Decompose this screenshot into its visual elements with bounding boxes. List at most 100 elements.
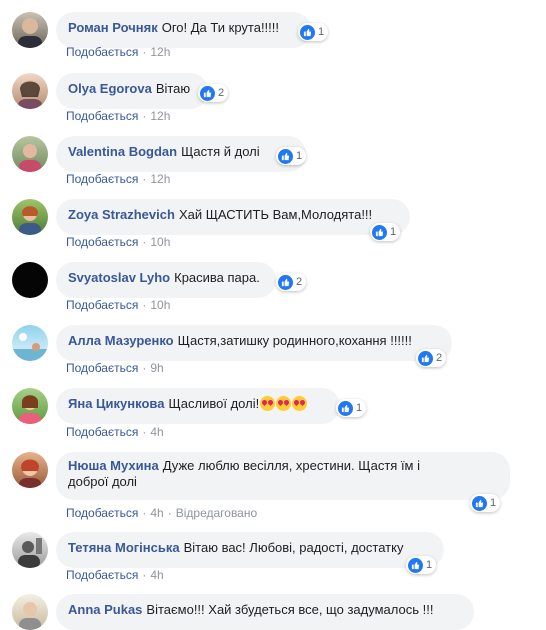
reaction-count[interactable]: 1 — [370, 223, 401, 241]
reaction-count[interactable]: 1 — [276, 147, 307, 165]
like-icon — [300, 24, 315, 40]
comment-text-continued: доброї долі — [68, 474, 137, 489]
reaction-count[interactable]: 2 — [416, 349, 447, 367]
timestamp[interactable]: 10h — [150, 298, 170, 312]
comment-author[interactable]: Zoya Strazhevich — [68, 207, 175, 222]
comment-bubble: Valentina Bogdan Щастя й долі — [56, 136, 306, 172]
comment-author[interactable]: Anna Pukas — [68, 602, 142, 617]
comment-author[interactable]: Нюша Мухина — [68, 458, 159, 473]
comment-text: Щасливої долі! — [168, 396, 260, 411]
comment-meta: Подобається · 4h — [66, 568, 164, 582]
avatar[interactable] — [12, 452, 48, 488]
timestamp[interactable]: 10h — [150, 235, 170, 249]
comment-author[interactable]: Svyatoslav Lyho — [68, 270, 170, 285]
avatar[interactable] — [12, 73, 48, 109]
reaction-count[interactable]: 1 — [470, 494, 501, 512]
separator: · — [142, 235, 147, 249]
reaction-number: 1 — [426, 559, 433, 571]
separator: · — [142, 568, 147, 582]
timestamp[interactable]: 12h — [150, 45, 170, 59]
comment-author[interactable]: Valentina Bogdan — [68, 144, 177, 159]
like-link[interactable]: Подобається — [66, 568, 138, 582]
heart-eyes-emoji — [292, 396, 308, 411]
black-avatar-icon — [12, 262, 48, 298]
avatar[interactable] — [12, 594, 48, 630]
timestamp[interactable]: 4h — [150, 425, 163, 439]
reaction-number: 1 — [296, 150, 303, 162]
reaction-count[interactable]: 2 — [276, 273, 307, 291]
like-link[interactable]: Подобається — [66, 172, 138, 186]
avatar[interactable] — [12, 325, 48, 361]
person-avatar-icon — [19, 395, 41, 424]
comment-author[interactable]: Тетяна Могінська — [68, 540, 180, 555]
comment-text: Ого! Да Ти крута!!!!! — [161, 20, 279, 35]
person-avatar-icon — [19, 602, 41, 630]
person-avatar-icon — [18, 538, 42, 568]
like-icon — [408, 557, 423, 573]
avatar[interactable] — [12, 532, 48, 568]
avatar[interactable] — [12, 136, 48, 172]
reaction-count[interactable]: 1 — [298, 23, 329, 41]
comment-text: Щастя,затишку родинного,кохання !!!!!! — [177, 333, 412, 348]
person-avatar-icon — [18, 18, 42, 48]
like-link[interactable]: Подобається — [66, 45, 138, 59]
comment-meta: Подобається · 10h — [66, 298, 170, 312]
reaction-number: 1 — [390, 226, 397, 238]
comment-meta: Подобається · 4h · Відредаговано — [66, 506, 257, 520]
person-avatar-icon — [19, 144, 41, 172]
timestamp[interactable]: 9h — [150, 361, 163, 375]
reaction-count[interactable]: 1 — [406, 556, 437, 574]
reaction-number: 1 — [318, 26, 325, 38]
like-link[interactable]: Подобається — [66, 109, 138, 123]
comment-bubble: Яна Цикункова Щасливої долі! — [56, 388, 340, 424]
comment-bubble: Olya Egorova Вітаю — [56, 73, 208, 109]
separator: · — [142, 425, 147, 439]
avatar[interactable] — [12, 12, 48, 48]
reaction-count[interactable]: 1 — [336, 399, 367, 417]
comment-bubble: Anna Pukas Вітаємо!!! Хай збудеться все, … — [56, 594, 474, 630]
timestamp[interactable]: 12h — [150, 172, 170, 186]
separator: · — [142, 506, 147, 520]
avatar[interactable] — [12, 388, 48, 424]
like-icon — [472, 495, 487, 511]
reaction-number: 1 — [356, 402, 363, 414]
heart-eyes-emoji — [276, 396, 292, 411]
timestamp[interactable]: 4h — [150, 568, 163, 582]
timestamp[interactable]: 12h — [150, 109, 170, 123]
edited-label[interactable]: Відредаговано — [176, 506, 257, 520]
comment-text: Красива пара. — [174, 270, 260, 285]
comment-author[interactable]: Яна Цикункова — [68, 396, 164, 411]
separator: · — [167, 506, 172, 520]
comment-text: Дуже люблю весілля, хрестини. Щастя їм і — [162, 458, 420, 473]
comment-meta: Подобається · 12h — [66, 109, 170, 123]
like-link[interactable]: Подобається — [66, 298, 138, 312]
avatar[interactable] — [12, 199, 48, 235]
like-icon — [372, 224, 387, 240]
comment-author[interactable]: Алла Мазуренко — [68, 333, 174, 348]
comment-bubble: Тетяна Могінська Вітаю вас! Любові, радос… — [56, 532, 444, 568]
comment-bubble: Роман Рочняк Ого! Да Ти крута!!!!! — [56, 12, 311, 48]
like-icon — [418, 350, 433, 366]
comment-text: Хай ЩАСТИТЬ Вам,Молодята!!! — [178, 207, 373, 222]
separator: · — [142, 172, 147, 186]
comment-meta: Подобається · 4h — [66, 425, 164, 439]
timestamp[interactable]: 4h — [150, 506, 163, 520]
person-avatar-icon — [19, 459, 41, 488]
comment-meta: Подобається · 12h — [66, 172, 170, 186]
comment-author[interactable]: Роман Рочняк — [68, 20, 158, 35]
comment-bubble: Svyatoslav Lyho Красива пара. — [56, 262, 276, 298]
comment-author[interactable]: Olya Egorova — [68, 81, 152, 96]
like-link[interactable]: Подобається — [66, 506, 138, 520]
like-icon — [278, 274, 293, 290]
avatar[interactable] — [12, 262, 48, 298]
comment-meta: Подобається · 10h — [66, 235, 170, 249]
like-link[interactable]: Подобається — [66, 425, 138, 439]
reaction-number: 2 — [218, 87, 225, 99]
reaction-count[interactable]: 2 — [198, 84, 229, 102]
comment-meta: Подобається · 9h — [66, 361, 164, 375]
like-link[interactable]: Подобається — [66, 235, 138, 249]
like-icon — [338, 400, 353, 416]
comment-text: Щастя й долі — [181, 144, 260, 159]
comment-bubble: Алла Мазуренко Щастя,затишку родинного,ко… — [56, 325, 452, 361]
like-link[interactable]: Подобається — [66, 361, 138, 375]
